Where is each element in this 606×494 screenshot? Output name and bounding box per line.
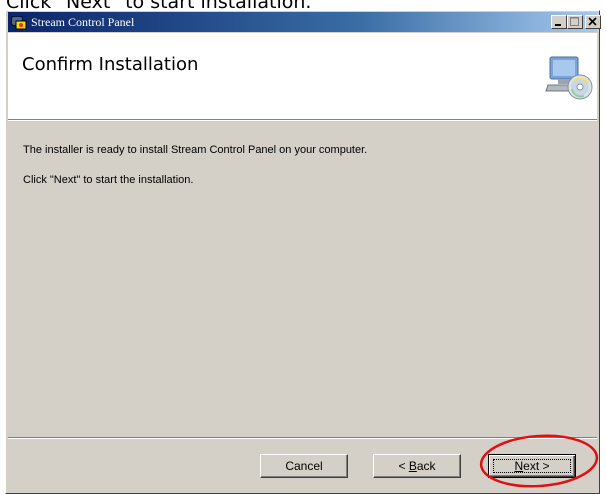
maximize-button[interactable] (567, 15, 583, 29)
installer-window: Stream Control Panel Confirm Installatio… (5, 10, 601, 494)
footer-separator-highlight (8, 438, 597, 439)
computer-cd-icon (545, 56, 593, 100)
cancel-button[interactable]: Cancel (260, 454, 348, 478)
back-label-rest: ack (416, 459, 436, 473)
close-button[interactable] (585, 15, 601, 29)
next-button[interactable]: Next > (488, 454, 576, 478)
page-title: Confirm Installation (22, 54, 199, 75)
minimize-icon (555, 24, 561, 26)
back-button[interactable]: < Back (373, 454, 461, 478)
back-label-prefix: < (398, 459, 409, 473)
cancel-label: Cancel (285, 459, 323, 473)
title-bar[interactable]: Stream Control Panel (8, 12, 601, 32)
next-instruction: Click "Next" to start the installation. (23, 174, 194, 186)
window-title: Stream Control Panel (31, 15, 135, 29)
installer-app-icon (11, 16, 27, 30)
back-label-accelerator: B (408, 459, 417, 473)
header-banner: Confirm Installation (8, 33, 597, 120)
close-icon (588, 17, 597, 26)
header-separator (8, 120, 597, 121)
maximize-icon (570, 17, 579, 26)
minimize-button[interactable] (551, 15, 567, 29)
focus-rectangle (493, 459, 571, 473)
ready-message: The installer is ready to install Stream… (23, 144, 368, 156)
